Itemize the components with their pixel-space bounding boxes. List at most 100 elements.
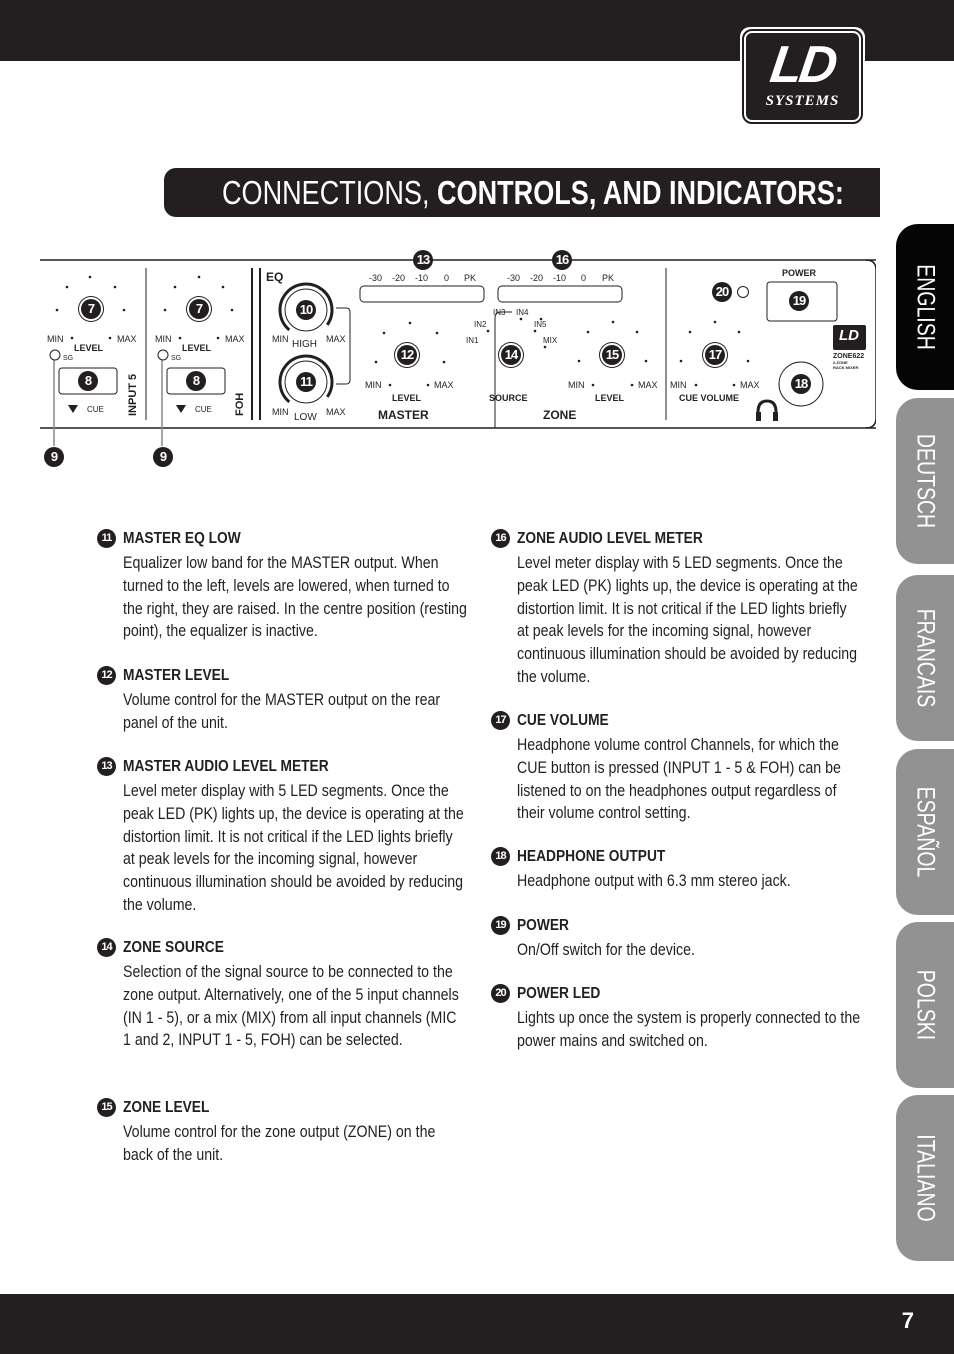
callout-19: 19: [789, 291, 809, 311]
label-max: MAX: [326, 334, 346, 344]
label-power: POWER: [782, 268, 817, 278]
item-number-badge: 14: [97, 938, 116, 957]
tab-english[interactable]: ENGLISH: [896, 224, 954, 390]
meter-tick: -30: [507, 273, 521, 283]
label-cue: CUE: [87, 405, 104, 414]
item-title: ZONE LEVEL: [123, 1099, 210, 1116]
label-max: MAX: [638, 380, 658, 390]
eq-bracket: [336, 307, 351, 385]
callout-8: 8: [186, 371, 206, 391]
callout-10: 10: [296, 300, 316, 320]
callout-7: 7: [189, 299, 209, 319]
item-title: HEADPHONE OUTPUT: [517, 848, 666, 865]
item-title: POWER: [517, 917, 569, 934]
section-zone: ZONE: [543, 408, 577, 422]
label-level: LEVEL: [182, 343, 212, 353]
item-number-badge: 13: [97, 757, 116, 776]
label-max: MAX: [740, 380, 760, 390]
label-level: LEVEL: [74, 343, 104, 353]
label-cue-volume: CUE VOLUME: [679, 393, 740, 403]
eq-title: EQ: [266, 270, 284, 284]
section-master: MASTER: [378, 408, 429, 422]
label-max: MAX: [225, 334, 245, 344]
sg-led-foh: [157, 349, 169, 361]
meter-tick: PK: [602, 273, 615, 283]
item-body: On/Off switch for the device.: [517, 941, 695, 959]
meter-tick: -10: [553, 273, 567, 283]
callout-12: 12: [397, 345, 417, 365]
item-body: Headphone output with 6.3 mm stereo jack…: [517, 872, 791, 890]
item-body: Selection of the signal source to be con…: [123, 963, 459, 1050]
callout-13: 13: [413, 250, 433, 270]
item-number-badge: 18: [491, 847, 510, 866]
item-body: Level meter display with 5 LED segments.…: [517, 554, 858, 686]
channel-name-foh: FOH: [234, 392, 246, 416]
callout-15: 15: [602, 345, 622, 365]
source-label-in3: IN3: [493, 308, 506, 317]
section-title-bold: CONTROLS, AND INDICATORS:: [436, 174, 844, 211]
item-number-badge: 11: [97, 529, 116, 548]
item-number-badge: 19: [491, 916, 510, 935]
front-panel-diagram: 7 MIN MAX LEVEL SG 8 CUE INPUT 5 9 7 MIN…: [40, 250, 876, 470]
zone-meter: [497, 285, 623, 303]
item-number-badge: 17: [491, 711, 510, 730]
label-low: LOW: [294, 412, 317, 423]
tab-francais[interactable]: FRANCAIS: [896, 575, 954, 741]
badge-model: ZONE622: [833, 353, 865, 360]
badge-sub2: RACK MIXER: [833, 365, 859, 370]
label-max: MAX: [326, 407, 346, 417]
power-led: [737, 286, 749, 298]
item-number-badge: 16: [491, 529, 510, 548]
item-title: ZONE SOURCE: [123, 939, 224, 956]
label-cue: CUE: [195, 405, 212, 414]
cue-arrow-icon: [68, 405, 78, 413]
tab-italiano[interactable]: ITALIANO: [896, 1095, 954, 1261]
callout-16: 16: [552, 250, 572, 270]
label-high: HIGH: [292, 339, 317, 350]
item-title: ZONE AUDIO LEVEL METER: [517, 530, 703, 547]
item-body: Level meter display with 5 LED segments.…: [123, 782, 464, 914]
logo-ld-text: LD: [766, 36, 839, 94]
channel-name-input5: INPUT 5: [127, 373, 139, 416]
item-body: Lights up once the system is properly co…: [517, 1009, 861, 1050]
tab-label: ESPAÑOL: [911, 786, 940, 878]
item-number-badge: 12: [97, 666, 116, 685]
section-title-band: CONNECTIONS, CONTROLS, AND INDICATORS:: [164, 168, 880, 217]
item-number-badge: 20: [491, 984, 510, 1003]
label-min: MIN: [47, 334, 64, 344]
tab-label: POLSKI: [911, 969, 940, 1041]
label-source: SOURCE: [489, 393, 528, 403]
source-label-in5: IN5: [534, 320, 547, 329]
page-number: 7: [901, 1308, 914, 1333]
meter-tick: 0: [444, 273, 450, 283]
meter-tick: PK: [464, 273, 477, 283]
tab-label: ENGLISH: [911, 264, 940, 350]
badge-ld: LD: [839, 327, 859, 344]
tab-polski[interactable]: POLSKI: [896, 922, 954, 1088]
callout-14: 14: [501, 345, 521, 365]
panel-right-edge: [865, 259, 876, 429]
tab-espanol[interactable]: ESPAÑOL: [896, 749, 954, 915]
callout-18: 18: [791, 374, 811, 394]
logo-systems-text: SYSTEMS: [765, 93, 840, 109]
label-min: MIN: [272, 407, 289, 417]
tab-deutsch[interactable]: DEUTSCH: [896, 398, 954, 564]
callout-8: 8: [78, 371, 98, 391]
source-label-mix: MIX: [543, 336, 558, 345]
ld-systems-logo: LD SYSTEMS: [740, 27, 865, 126]
tab-label: FRANCAIS: [911, 608, 940, 708]
cue-arrow-icon: [176, 405, 186, 413]
tab-label: DEUTSCH: [911, 433, 940, 529]
source-label-in2: IN2: [474, 320, 487, 329]
bottom-bar: 7: [0, 1294, 954, 1354]
tab-label: ITALIANO: [911, 1134, 940, 1222]
panel-lines: [40, 259, 876, 446]
label-level: LEVEL: [392, 393, 422, 403]
source-label-in1: IN1: [466, 336, 479, 345]
item-body: Volume control for the zone output (ZONE…: [123, 1123, 436, 1164]
label-sg: SG: [171, 355, 182, 362]
label-max: MAX: [434, 380, 454, 390]
label-min: MIN: [365, 380, 382, 390]
label-min: MIN: [155, 334, 172, 344]
label-min: MIN: [670, 380, 687, 390]
